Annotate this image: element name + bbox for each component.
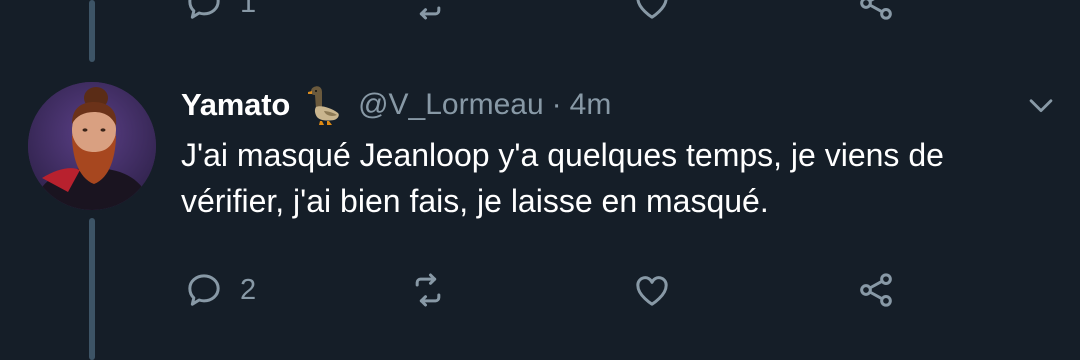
share-icon [860, 0, 892, 20]
user-handle[interactable]: @V_Lormeau [358, 88, 544, 122]
display-name[interactable]: Yamato [181, 87, 290, 123]
avatar-image [28, 82, 156, 210]
like-icon [636, 276, 668, 306]
tweet-text: J'ai masqué Jeanloop y'a quelques temps,… [181, 137, 944, 219]
duck-emoji [308, 86, 339, 125]
retweet-button[interactable] [408, 265, 448, 315]
share-icon [860, 273, 892, 307]
share-button[interactable] [856, 265, 896, 315]
chevron-down-icon[interactable] [1024, 88, 1058, 122]
previous-retweet-button[interactable] [408, 0, 448, 28]
tweet-header: Yamato @V_Lormeau · 4m [181, 82, 611, 128]
reply-button[interactable]: 2 [184, 265, 256, 315]
tweet-actions: 2 [0, 265, 1080, 315]
previous-tweet-actions: 1 [0, 0, 1080, 28]
reply-count: 2 [240, 273, 257, 306]
separator-dot: · [551, 88, 562, 121]
like-button[interactable] [632, 265, 672, 315]
like-icon [636, 0, 668, 19]
previous-reply-count: 1 [240, 0, 257, 19]
previous-reply-button[interactable]: 1 [184, 0, 256, 28]
previous-share-button[interactable] [856, 0, 896, 28]
avatar[interactable] [28, 82, 156, 210]
timestamp[interactable]: 4m [570, 88, 612, 122]
retweet-icon [415, 273, 441, 307]
previous-like-button[interactable] [632, 0, 672, 28]
retweet-icon [419, 6, 441, 20]
reply-icon [188, 0, 220, 19]
reply-icon [188, 274, 220, 306]
